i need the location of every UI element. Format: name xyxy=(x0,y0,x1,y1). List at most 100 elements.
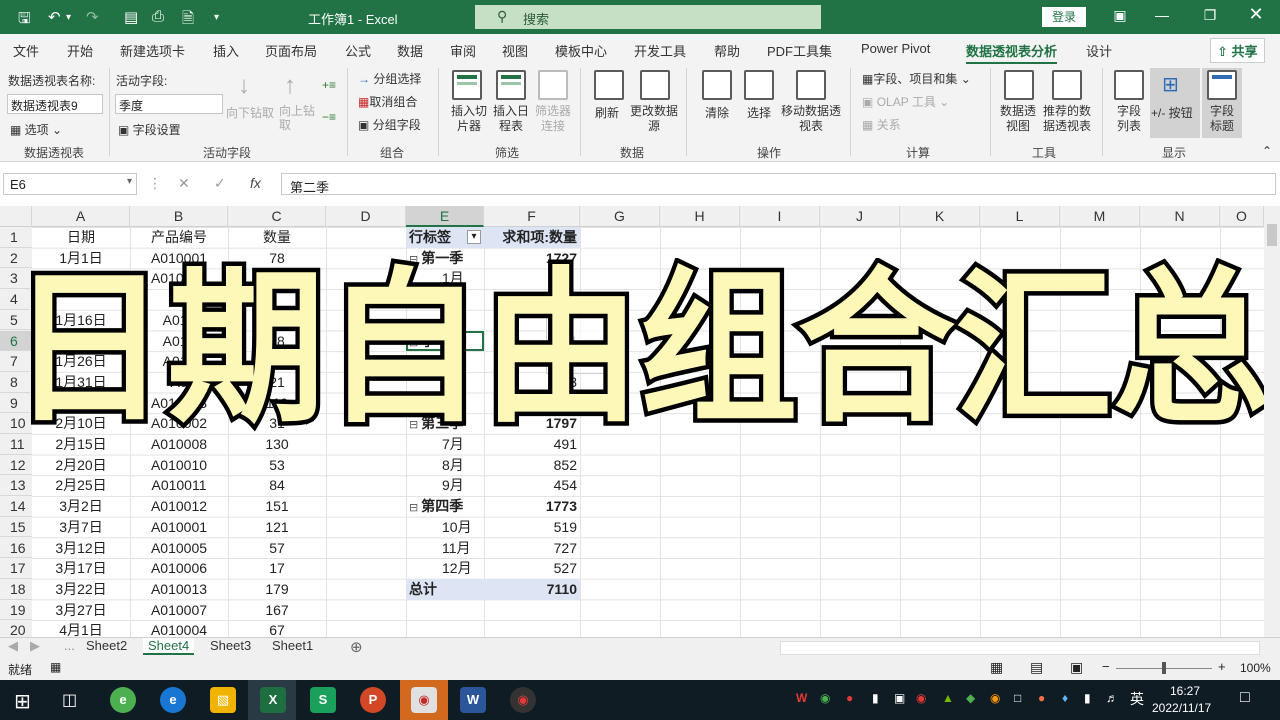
table-cell[interactable]: A010007 xyxy=(130,600,228,621)
pivot-total-label[interactable]: 总计 xyxy=(406,578,484,600)
tray-antivirus-icon[interactable]: ◉ xyxy=(916,691,926,705)
table-cell[interactable]: 3月2日 xyxy=(32,496,130,517)
share-button[interactable]: ⇧ 共享 xyxy=(1210,38,1265,63)
collapse-field-icon[interactable]: −≡ xyxy=(322,110,336,124)
pivot-chart-button[interactable]: 数据透视图 xyxy=(998,104,1038,134)
task-view-icon[interactable]: ◫ xyxy=(62,690,77,710)
field-settings-button[interactable]: ▣ 字段设置 xyxy=(118,121,181,138)
normal-view-icon[interactable]: ▦ xyxy=(990,659,1003,676)
tray-shield-icon[interactable]: ◆ xyxy=(966,691,975,705)
row-header[interactable]: 17 xyxy=(0,558,32,579)
pivot-value-cell[interactable]: 454 xyxy=(484,475,580,496)
filter-dropdown-icon[interactable]: ▾ xyxy=(467,230,481,244)
wps-sheet-icon[interactable]: S xyxy=(310,687,336,713)
wps-tray-icon[interactable]: W xyxy=(796,691,807,705)
file-explorer-icon[interactable]: ▧ xyxy=(210,687,236,713)
table-cell[interactable]: 3月7日 xyxy=(32,517,130,538)
prev-sheet-icon[interactable]: ◀ xyxy=(8,638,18,654)
tray-360-icon[interactable]: ◉ xyxy=(820,691,830,705)
pivot-value-cell[interactable]: 727 xyxy=(484,538,580,559)
restore-icon[interactable]: ❐ xyxy=(1200,7,1220,24)
column-header[interactable]: M xyxy=(1060,206,1140,227)
pivot-value-header[interactable]: 求和项:数量 xyxy=(484,227,580,248)
column-header[interactable]: C xyxy=(228,206,326,227)
vertical-scrollbar[interactable] xyxy=(1264,206,1280,637)
bluetooth-icon[interactable]: ♦ xyxy=(1062,691,1068,705)
login-button[interactable]: 登录 xyxy=(1042,7,1086,27)
tray-window-icon[interactable]: □ xyxy=(1014,691,1021,705)
name-box-dropdown-icon[interactable]: ▾ xyxy=(127,176,132,187)
name-box[interactable]: E6 ▾ xyxy=(3,173,137,195)
table-cell[interactable]: 57 xyxy=(228,538,326,559)
column-header[interactable]: G xyxy=(580,206,660,227)
table-header-cell[interactable]: 数量 xyxy=(228,227,326,248)
column-header[interactable]: D xyxy=(326,206,406,227)
refresh-button[interactable]: 刷新 xyxy=(595,104,619,121)
save-icon[interactable]: 🖫 xyxy=(18,8,31,33)
pivot-row-label-header[interactable]: 行标签 ▾ xyxy=(406,227,484,248)
table-cell[interactable]: 167 xyxy=(228,600,326,621)
pivot-item-label[interactable]: 10月 xyxy=(406,517,484,538)
active-field-input[interactable]: 季度 xyxy=(115,94,223,114)
row-header[interactable]: 12 xyxy=(0,455,32,476)
olap-tools-button[interactable]: ▣ OLAP 工具 ⌄ xyxy=(862,93,949,110)
table-cell[interactable]: 3月22日 xyxy=(32,579,130,600)
row-header[interactable]: 14 xyxy=(0,496,32,517)
table-cell[interactable]: 53 xyxy=(228,455,326,476)
zoom-level[interactable]: 100% xyxy=(1240,661,1271,675)
tab-template-center[interactable]: 模板中心 xyxy=(555,41,607,60)
row-header[interactable]: 1 xyxy=(0,227,32,248)
pivot-name-input[interactable]: 数据透视表9 xyxy=(7,94,103,114)
sheet-tab[interactable]: Sheet3 xyxy=(210,638,251,653)
tab-developer[interactable]: 开发工具 xyxy=(634,41,686,60)
tray-screenshot-icon[interactable]: ▣ xyxy=(894,691,905,705)
close-icon[interactable]: ✕ xyxy=(1246,4,1266,25)
tray-usb-icon[interactable]: ▮ xyxy=(872,691,879,705)
page-layout-view-icon[interactable]: ▤ xyxy=(1030,659,1043,676)
table-cell[interactable]: A010005 xyxy=(130,538,228,559)
table-cell[interactable]: A010011 xyxy=(130,475,228,496)
pivot-value-cell[interactable]: 527 xyxy=(484,558,580,579)
zoom-in-icon[interactable]: + xyxy=(1218,659,1226,674)
tab-insert[interactable]: 插入 xyxy=(213,41,239,60)
table-cell[interactable]: 121 xyxy=(228,517,326,538)
table-cell[interactable]: 3月27日 xyxy=(32,600,130,621)
row-header[interactable]: 15 xyxy=(0,517,32,538)
table-cell[interactable]: A010001 xyxy=(130,517,228,538)
column-header[interactable]: N xyxy=(1140,206,1220,227)
move-pivot-button[interactable]: 移动数据透视表 xyxy=(780,104,842,134)
more-sheets-icon[interactable]: ... xyxy=(64,638,75,653)
group-selection-button[interactable]: → 分组选择 xyxy=(358,70,421,87)
macro-record-icon[interactable]: ▦ xyxy=(50,660,61,674)
ribbon-display-icon[interactable]: ▣ xyxy=(1110,7,1130,24)
tab-review[interactable]: 审阅 xyxy=(450,41,476,60)
row-header[interactable]: 18 xyxy=(0,579,32,600)
group-field-button[interactable]: ▣ 分组字段 xyxy=(358,116,421,133)
form-icon[interactable]: ▤ xyxy=(124,8,138,26)
search-box[interactable]: ⚲ 搜索 xyxy=(475,5,821,29)
zoom-out-icon[interactable]: − xyxy=(1102,659,1110,674)
column-header[interactable]: K xyxy=(900,206,980,227)
column-header[interactable]: I xyxy=(740,206,820,227)
table-cell[interactable]: 2月25日 xyxy=(32,475,130,496)
table-cell[interactable]: 151 xyxy=(228,496,326,517)
excel-icon[interactable]: X xyxy=(260,687,286,713)
screen-recorder-icon[interactable]: ◉ xyxy=(510,687,536,713)
pivot-value-cell[interactable]: 1773 xyxy=(484,496,580,517)
sheet-tab-active[interactable]: Sheet4 xyxy=(143,638,195,655)
row-header[interactable]: 16 xyxy=(0,538,32,559)
table-cell[interactable]: 3月12日 xyxy=(32,538,130,559)
row-header[interactable]: 19 xyxy=(0,600,32,621)
change-source-button[interactable]: 更改数据源 xyxy=(628,104,680,134)
sheet-tab[interactable]: Sheet1 xyxy=(272,638,313,653)
pivot-item-label[interactable]: 12月 xyxy=(406,558,484,579)
recommended-pivot-button[interactable]: 推荐的数据透视表 xyxy=(1039,104,1095,134)
column-header[interactable]: H xyxy=(660,206,740,227)
table-cell[interactable]: 4月1日 xyxy=(32,620,130,637)
tab-power-pivot[interactable]: Power Pivot xyxy=(861,41,930,56)
table-cell[interactable]: 3月17日 xyxy=(32,558,130,579)
pivot-group-label[interactable]: ⊟ 第四季 xyxy=(406,496,484,517)
collapse-ribbon-icon[interactable]: ⌃ xyxy=(1262,144,1272,158)
horizontal-scrollbar[interactable] xyxy=(780,641,1260,655)
ungroup-button[interactable]: ▦取消组合 xyxy=(358,93,417,110)
